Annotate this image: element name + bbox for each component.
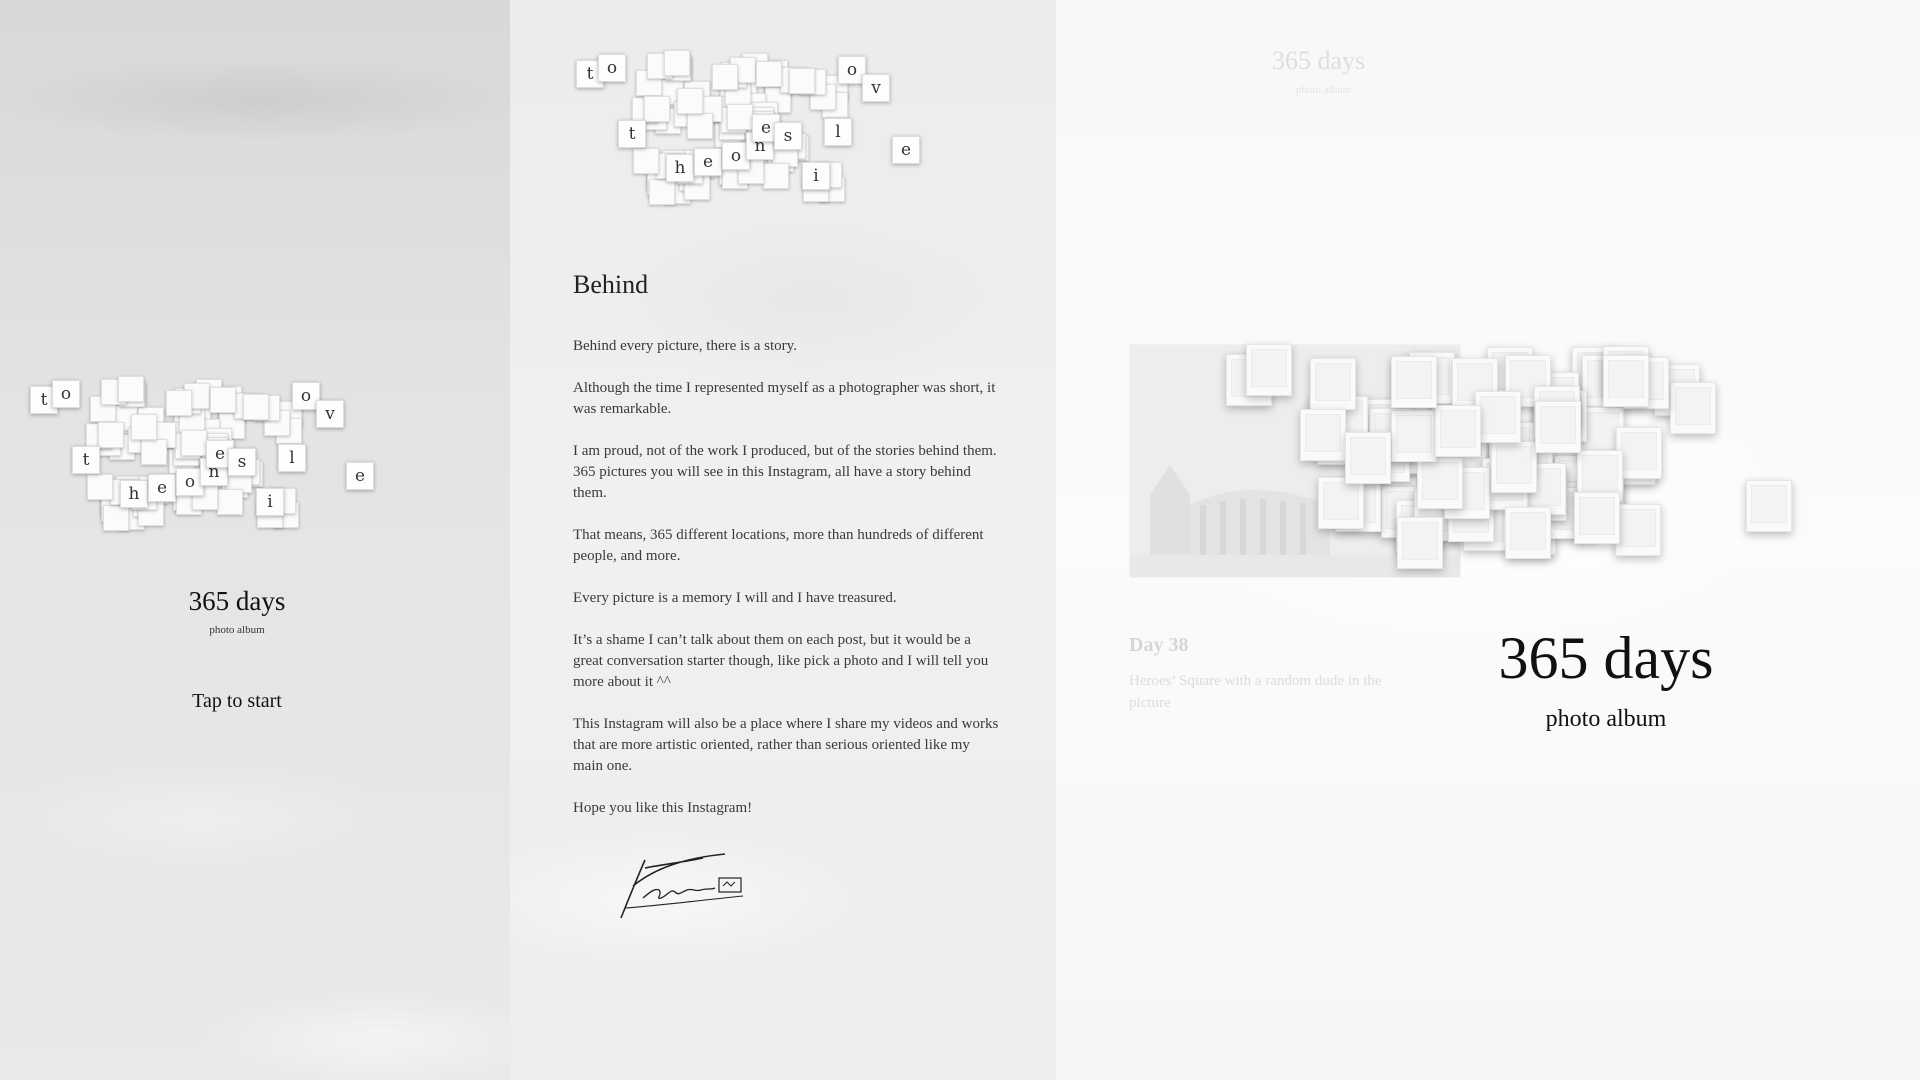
about-paragraph: This Instagram will also be a place wher… xyxy=(573,716,999,774)
letter-tile: i xyxy=(802,162,830,190)
cloud-tile xyxy=(243,393,270,420)
cloud-tile xyxy=(97,422,124,449)
ghost-title: 365 days xyxy=(1272,46,1366,75)
cloud-tile xyxy=(726,103,753,130)
letter-tile: o xyxy=(52,380,80,408)
cloud-tile xyxy=(117,376,144,403)
cloud-tile xyxy=(763,163,790,190)
photo-tile xyxy=(1670,382,1716,434)
photo-tile xyxy=(1299,409,1346,461)
photo-tile xyxy=(1475,390,1522,443)
day-label: Day 38 xyxy=(1129,634,1189,656)
letter-tile: v xyxy=(862,74,890,102)
photo-tile-cloud xyxy=(1226,340,1866,580)
cloud-tile xyxy=(663,50,690,77)
photo-tile xyxy=(1434,404,1481,457)
letter-tile: l xyxy=(824,118,852,146)
letter-tile: s xyxy=(774,122,802,150)
letter-tile: e xyxy=(346,462,374,490)
cloud-tile xyxy=(677,88,704,115)
letter-tile: s xyxy=(228,448,256,476)
album-panel: 365 days photo album Day 38 Heroes’ Squa… xyxy=(1056,0,1920,1080)
cloud-tile xyxy=(643,96,670,123)
cloud-tile xyxy=(140,439,167,466)
signature-image xyxy=(620,853,744,919)
about-paragraph: It’s a shame I can’t talk about them on … xyxy=(573,632,989,690)
cloud-tile xyxy=(686,113,713,140)
album-title: 365 days xyxy=(1498,625,1714,691)
cloud-tile xyxy=(131,414,158,441)
photo-tile xyxy=(1317,477,1364,530)
about-panel: toovtheoneslie Behind Behind every pictu… xyxy=(510,0,1056,1080)
about-paragraph: I am proud, not of the work I produced, … xyxy=(573,443,997,501)
photo-tile xyxy=(1615,504,1662,557)
letter-tile: h xyxy=(120,480,148,508)
photo-tile xyxy=(1390,356,1437,409)
splash-subtitle: photo album xyxy=(209,624,265,636)
photo-tile xyxy=(1491,441,1538,494)
cloud-tile xyxy=(102,504,129,531)
cloud-tile xyxy=(217,489,244,516)
letter-tile: e xyxy=(148,474,176,502)
photo-tile xyxy=(1535,400,1582,453)
about-paragraph: Every picture is a memory I will and I h… xyxy=(573,590,897,606)
photo-tile xyxy=(1345,431,1392,484)
letter-tile: t xyxy=(618,120,646,148)
photo-tile xyxy=(1616,427,1663,480)
photo-tile xyxy=(1396,516,1443,569)
letter-tile: v xyxy=(316,400,344,428)
photo-tile xyxy=(1246,344,1292,396)
cloud-tile xyxy=(711,64,738,91)
photo-tile xyxy=(1746,480,1792,532)
ghost-subtitle: photo album xyxy=(1296,84,1352,96)
splash-title: 365 days xyxy=(188,586,286,616)
about-heading: Behind xyxy=(573,270,649,299)
cloud-tile xyxy=(209,387,236,414)
letter-tile: e xyxy=(892,136,920,164)
letter-tile: t xyxy=(72,446,100,474)
photo-tile xyxy=(1309,358,1356,411)
splash-panel[interactable]: toovtheoneslie 365 days photo album Tap … xyxy=(0,0,510,1080)
letter-cloud: toovtheoneslie xyxy=(576,50,996,220)
letter-tile: e xyxy=(694,148,722,176)
letter-tile: i xyxy=(256,488,284,516)
about-paragraph: That means, 365 different locations, mor… xyxy=(573,527,984,564)
cloud-tile xyxy=(180,429,207,456)
photo-tile xyxy=(1574,492,1621,545)
letter-cloud: toovtheoneslie xyxy=(30,376,450,546)
cloud-tile xyxy=(755,61,782,88)
photo-tile xyxy=(1505,507,1552,560)
cloud-tile xyxy=(86,474,113,501)
photo-tile xyxy=(1602,354,1649,407)
about-body: Behind every picture, there is a story. … xyxy=(573,336,1003,840)
cloud-tile xyxy=(632,148,659,175)
album-subtitle: photo album xyxy=(1545,706,1667,732)
photo-tile xyxy=(1417,457,1464,510)
letter-tile: o xyxy=(598,54,626,82)
cloud-tile xyxy=(648,178,675,205)
about-paragraph: Although the time I represented myself a… xyxy=(573,380,996,417)
cloud-tile xyxy=(165,390,192,417)
about-paragraph: Behind every picture, there is a story. xyxy=(573,338,797,354)
photo-tile xyxy=(1390,410,1437,463)
tap-to-start-button[interactable]: Tap to start xyxy=(0,690,474,713)
about-paragraph: Hope you like this Instagram! xyxy=(573,800,753,816)
letter-tile: h xyxy=(666,154,694,182)
cloud-tile xyxy=(789,67,816,94)
letter-tile: l xyxy=(278,444,306,472)
